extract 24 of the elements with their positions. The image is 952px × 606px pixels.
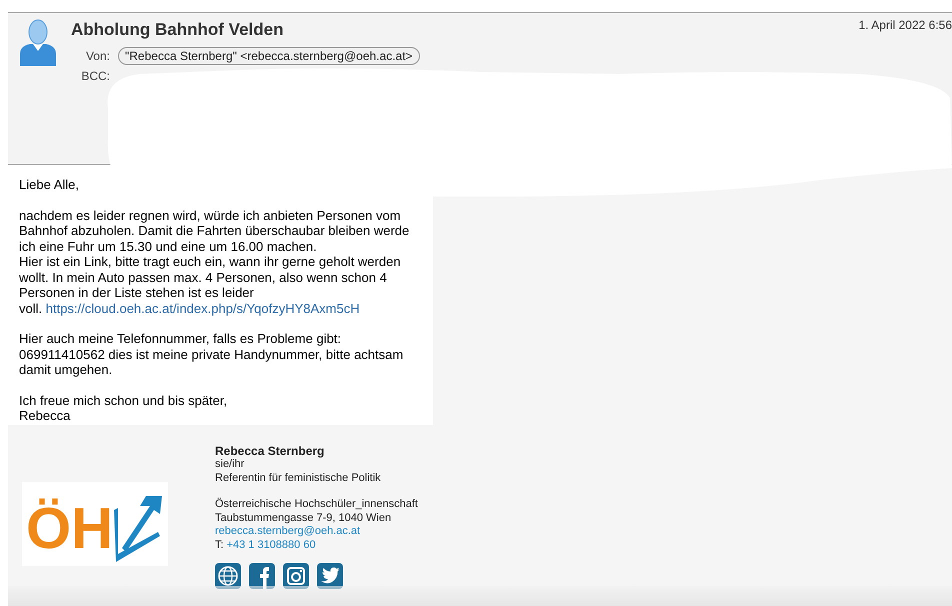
- signature-address: Taubstummengasse 7-9, 1040 Wien: [215, 512, 392, 525]
- signature-role: Referentin für feministische Politik: [215, 472, 382, 485]
- person-avatar-icon: [18, 18, 58, 66]
- facebook-icon[interactable]: [249, 563, 275, 589]
- message-paragraph: Ich freue mich schon und bis später, Rebecca: [19, 392, 228, 424]
- signature-name: Rebecca Sternberg: [215, 444, 326, 458]
- message-paragraph: Hier auch meine Telefonnummer, falls es Probleme gibt: 069911410562 dies ist meine private Handynummer, bitte achtsam damit umgehen.: [19, 331, 404, 378]
- globe-icon[interactable]: [215, 563, 241, 589]
- signature-pronouns: sie/ihr: [215, 458, 246, 472]
- phone-link[interactable]: +43 1 3108880 60: [226, 538, 316, 552]
- bird-icon[interactable]: [317, 563, 343, 589]
- link[interactable]: https://cloud.oeh.ac.at/index.php/s/YqofzyHY8Axm5cH: [46, 300, 360, 316]
- message-subject: Abholung Bahnhof Velden: [71, 20, 284, 40]
- organisation-logo: ÖH: [22, 482, 168, 566]
- signature-organisation: Österreichische Hochschüler_innenschaft: [215, 498, 418, 512]
- field-label: Von:: [84, 49, 110, 63]
- message-date: 1. April 2022 6:56: [858, 18, 952, 32]
- email-link[interactable]: rebecca.sternberg@oeh.ac.at: [215, 525, 418, 538]
- message-paragraph: Liebe Alle,: [19, 177, 80, 192]
- instagram-icon[interactable]: [283, 563, 309, 589]
- sender-address[interactable]: "Rebecca Sternberg" <rebecca.sternberg@oeh.ac.at>: [118, 47, 420, 65]
- phone-label: T:: [215, 538, 224, 552]
- field-label: BCC:: [80, 69, 110, 83]
- message-paragraph: nachdem es leider regnen wird, würde ich anbieten Personen vom Bahnhof abzuholen. Damit die Fahrten überschaubar bleiben werde ich eine Fuhr um 15.30 und eine um 16.00 machen. Hier ist ein Link, bitte tragt euch ein, wann ihr gerne geholt werden wollt. In mein Auto passen max. 4 Personen, also wenn schon 4 Personen in der Liste stehen ist es leider voll. https://cloud.oeh.ac.at/index.php/s/YqofzyHY8Axm5cH: [19, 208, 410, 316]
